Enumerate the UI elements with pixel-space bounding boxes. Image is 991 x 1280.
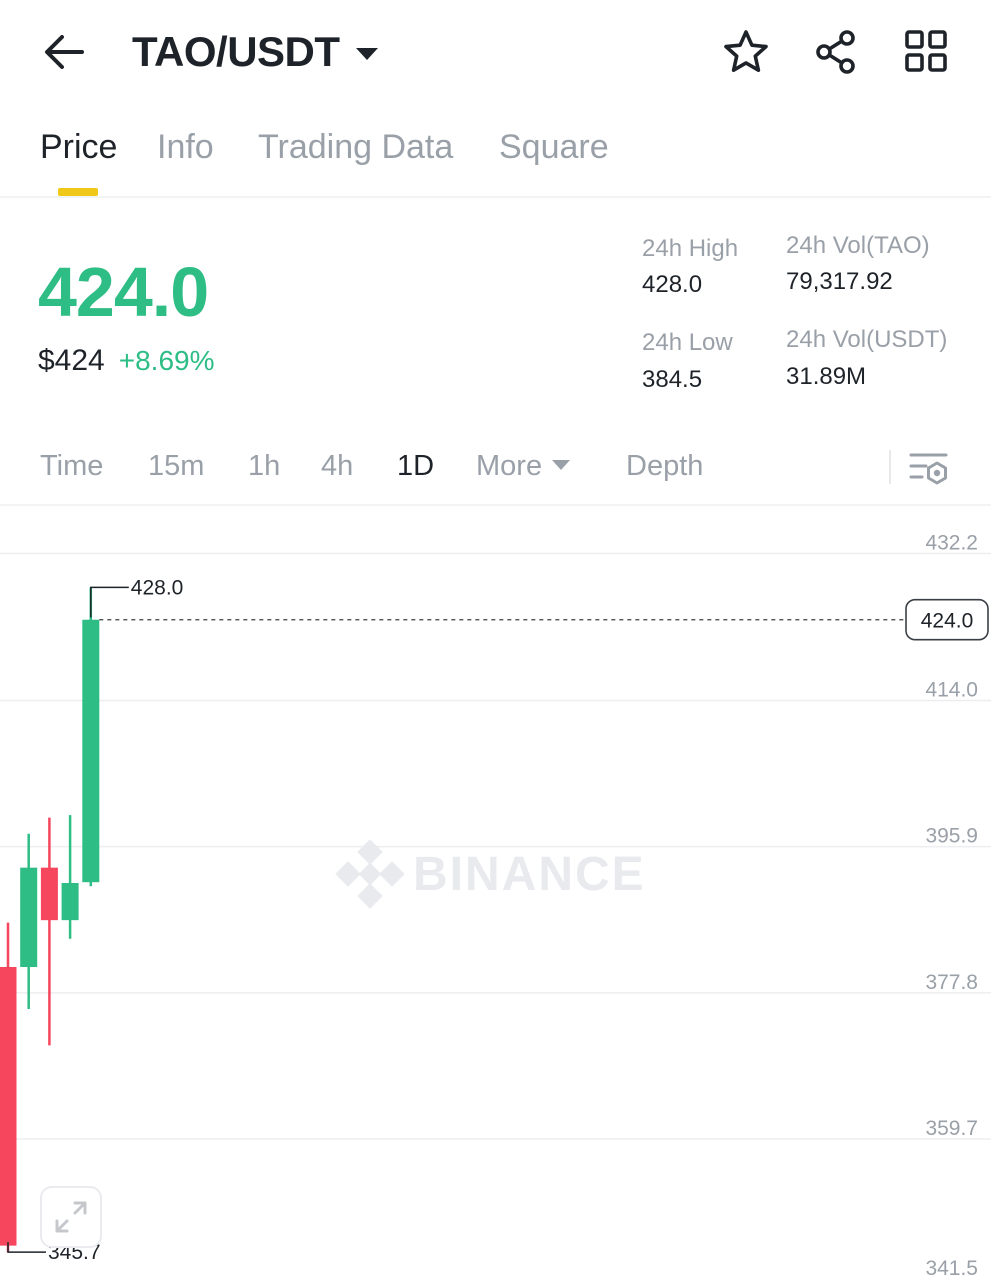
- back-arrow-icon[interactable]: [36, 24, 92, 80]
- current-price-label: 424.0: [921, 610, 974, 633]
- active-tab-indicator: [58, 188, 98, 196]
- low-24h-value: 384.5: [642, 366, 703, 393]
- candlestick-chart[interactable]: 432.2 414.0 395.9 377.8 359.7 341.5 BINANCE 4…: [0, 508, 991, 1280]
- tab-info[interactable]: Info: [157, 128, 214, 167]
- chart-settings-icon[interactable]: [906, 446, 952, 492]
- interval-more-dropdown[interactable]: More: [476, 450, 571, 483]
- tab-price[interactable]: Price: [40, 128, 117, 167]
- vol-base-value: 79,317.92: [786, 268, 893, 295]
- share-icon[interactable]: [808, 24, 864, 80]
- candle-body: [61, 883, 79, 921]
- tab-trading-data[interactable]: Trading Data: [258, 128, 453, 167]
- last-price: 424.0: [38, 253, 209, 331]
- low-24h-label: 24h Low: [642, 329, 733, 356]
- chart-svg: 432.2 414.0 395.9 377.8 359.7 341.5 BINANCE 4…: [0, 532, 991, 1280]
- interval-1h[interactable]: 1h: [248, 450, 280, 483]
- tab-bar: Price Info Trading Data Square: [0, 104, 991, 198]
- pair-title: TAO/USDT: [132, 28, 340, 75]
- star-icon[interactable]: [718, 24, 774, 80]
- y-tick-label: 395.9: [925, 825, 978, 848]
- high-24h-label: 24h High: [642, 235, 739, 262]
- grid-icon[interactable]: [898, 24, 954, 80]
- candle-body: [40, 867, 58, 921]
- candle-body: [20, 867, 38, 967]
- candle-body: [0, 966, 17, 1246]
- expand-chart-icon[interactable]: [40, 1186, 102, 1248]
- high-24h-value: 428.0: [642, 271, 703, 298]
- price-change-percent: +8.69%: [118, 345, 215, 376]
- interval-1d[interactable]: 1D: [397, 450, 434, 483]
- divider: [889, 450, 891, 484]
- interval-bar: Time 15m 1h 4h 1D More Depth: [0, 432, 991, 506]
- vol-quote-value: 31.89M: [786, 363, 867, 390]
- y-tick-label: 341.5: [925, 1257, 978, 1280]
- interval-time[interactable]: Time: [40, 450, 103, 483]
- y-tick-label: 414.0: [925, 678, 978, 701]
- vol-quote-label: 24h Vol(USDT): [786, 326, 948, 353]
- high-marker-line: [90, 586, 129, 618]
- marker-layer: 424.0428.0345.7: [7, 576, 989, 1264]
- interval-4h[interactable]: 4h: [321, 450, 353, 483]
- high-marker-label: 428.0: [131, 576, 184, 599]
- pair-selector[interactable]: TAO/USDT: [132, 24, 378, 80]
- candle-layer: [0, 587, 100, 1253]
- tab-square[interactable]: Square: [499, 128, 609, 167]
- binance-watermark: BINANCE: [335, 839, 646, 909]
- more-label: More: [476, 450, 543, 482]
- usd-price: $424: [38, 344, 105, 377]
- vol-base-label: 24h Vol(TAO): [786, 232, 930, 259]
- y-tick-label: 432.2: [925, 532, 978, 555]
- y-tick-label: 359.7: [925, 1117, 978, 1140]
- depth-tab[interactable]: Depth: [626, 450, 703, 483]
- price-sub-row: $424 +8.69%: [38, 344, 215, 378]
- candle-body: [82, 619, 100, 883]
- app-header: TAO/USDT: [0, 0, 991, 104]
- binance-logo-icon: [335, 839, 405, 909]
- caret-down-icon: [552, 460, 571, 471]
- grid-layer: 432.2 414.0 395.9 377.8 359.7 341.5: [0, 532, 991, 1280]
- interval-15m[interactable]: 15m: [148, 450, 204, 483]
- caret-down-icon: [355, 48, 378, 60]
- watermark-text: BINANCE: [413, 848, 646, 901]
- y-tick-label: 377.8: [925, 971, 978, 994]
